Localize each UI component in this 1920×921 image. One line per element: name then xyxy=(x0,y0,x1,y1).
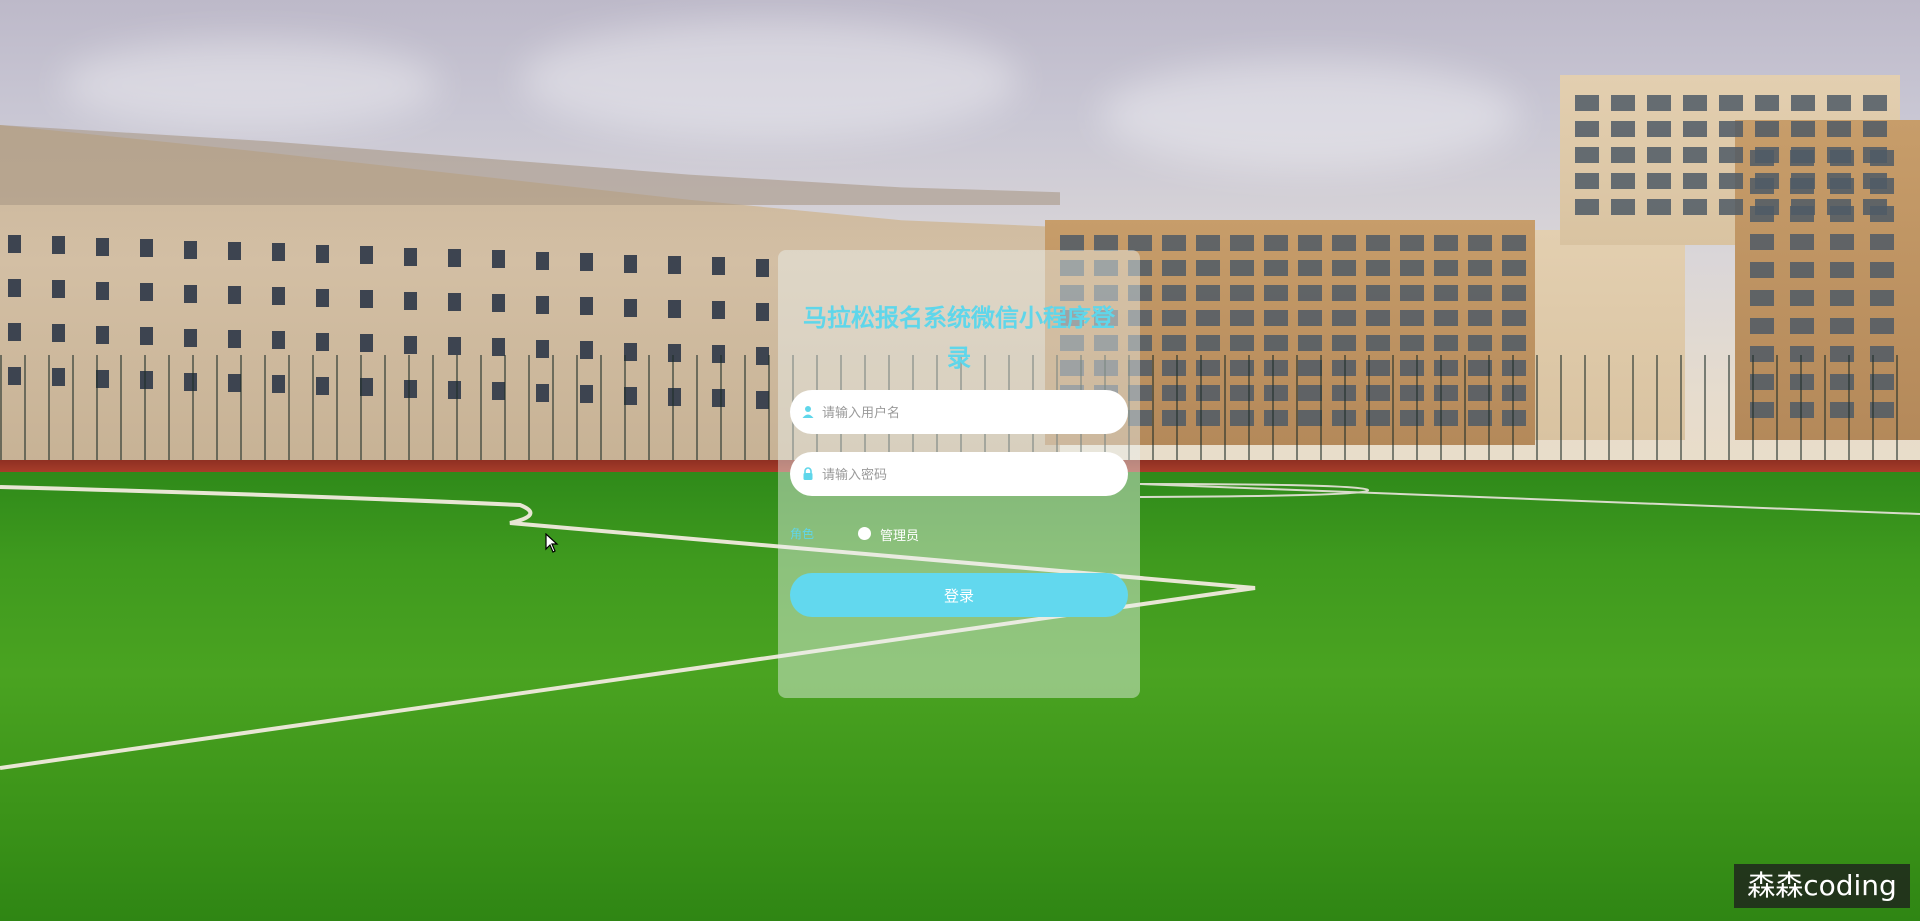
watermark: 森森coding xyxy=(1734,864,1910,908)
role-selector: 角色 管理员 xyxy=(790,522,1128,546)
password-input[interactable] xyxy=(820,452,1114,498)
mouse-cursor-icon xyxy=(545,533,559,553)
login-button[interactable]: 登录 xyxy=(790,573,1128,617)
login-page: 马拉松报名系统微信小程序登录 角色 管理 xyxy=(0,0,1920,921)
username-input[interactable] xyxy=(820,390,1114,436)
login-card: 马拉松报名系统微信小程序登录 角色 管理 xyxy=(778,250,1140,698)
user-icon xyxy=(800,404,816,420)
username-field[interactable] xyxy=(790,390,1128,436)
lock-icon xyxy=(800,466,816,482)
role-label: 角色 xyxy=(790,527,815,541)
radio-icon[interactable] xyxy=(858,527,871,540)
role-option-label[interactable]: 管理员 xyxy=(880,525,919,544)
login-title: 马拉松报名系统微信小程序登录 xyxy=(803,304,1115,372)
pitch-line xyxy=(1139,483,1920,515)
password-field[interactable] xyxy=(790,452,1128,498)
